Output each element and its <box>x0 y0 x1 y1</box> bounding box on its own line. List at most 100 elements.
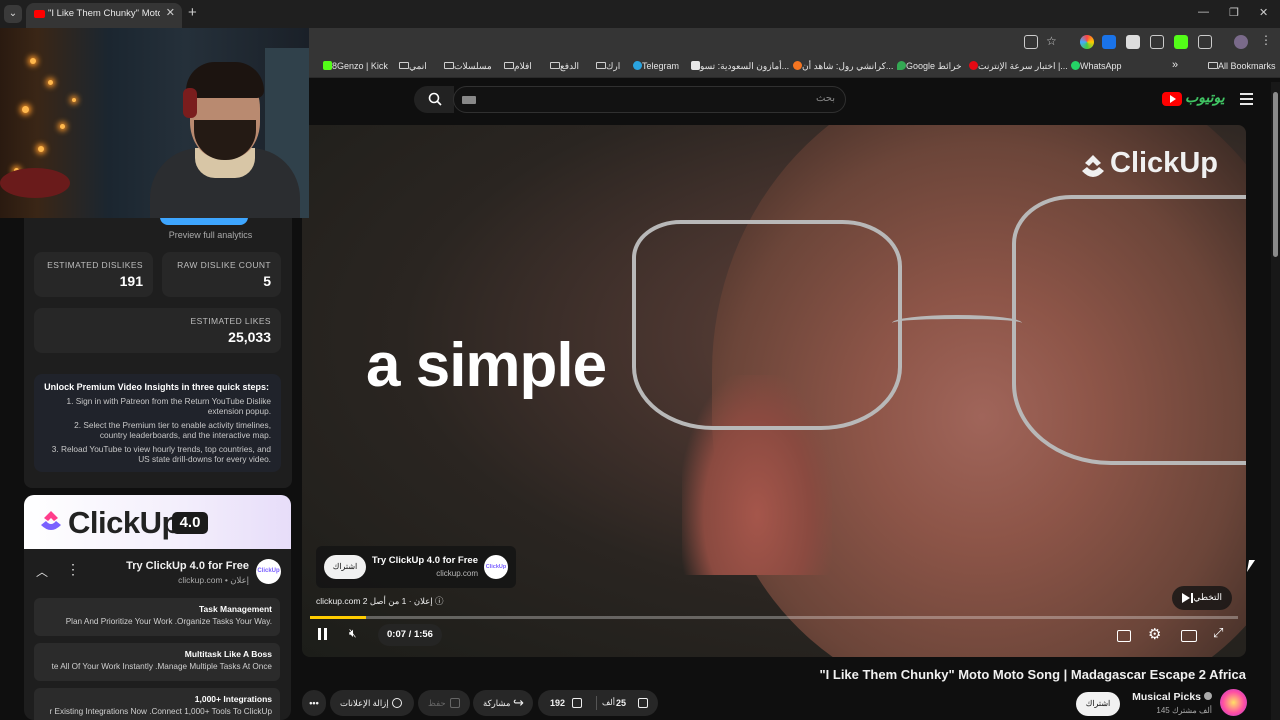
block-icon <box>392 698 402 708</box>
youtube-logo-text[interactable]: يوتيوب <box>1185 89 1225 106</box>
bookmark-label: انمي <box>409 61 427 71</box>
extension-color-icon[interactable] <box>1080 35 1094 49</box>
time-display: 0:07 / 1:56 <box>378 624 442 646</box>
bookmark-anime[interactable]: انمي <box>395 61 427 72</box>
bookmark-kick[interactable]: 8Genzo | Kick <box>320 61 388 71</box>
profile-avatar[interactable] <box>1234 35 1248 49</box>
bookmark-series[interactable]: مسلسلات <box>440 61 492 72</box>
search-input[interactable]: بحث <box>453 86 846 113</box>
search-button[interactable] <box>414 86 454 113</box>
feature-title: Multitask Like A Boss <box>184 649 272 659</box>
bookmark-label: WhatsApp <box>1080 61 1122 71</box>
extension-audio-icon[interactable] <box>1102 35 1116 49</box>
skip-label: التخطي <box>1193 592 1222 602</box>
share-label: مشاركة <box>483 698 511 708</box>
like-thumb-icon[interactable] <box>638 698 648 708</box>
raw-dislike-value: 5 <box>263 273 271 289</box>
page-scrollbar[interactable] <box>1271 82 1280 720</box>
install-app-icon[interactable] <box>1024 35 1038 49</box>
search-placeholder: بحث <box>815 93 835 104</box>
premium-step-1: 1. Sign in with Patreon from the Return … <box>66 396 271 416</box>
subscriber-count: 145 ألف مشترك <box>1156 706 1212 715</box>
mute-icon[interactable]: 🔇︎ <box>349 626 357 641</box>
folder-icon <box>1208 62 1218 69</box>
extension-grid-icon[interactable] <box>1150 35 1164 49</box>
bookmark-whatsapp[interactable]: WhatsApp <box>1068 61 1122 71</box>
player-ad-domain: clickup.com <box>436 569 478 578</box>
bookmark-label: أمازون السعودية: تسو... <box>700 61 790 71</box>
ad-title[interactable]: Try ClickUp 4.0 for Free <box>126 560 249 572</box>
minimize-icon[interactable]: — <box>1198 6 1209 18</box>
bookmark-amazon[interactable]: أمازون السعودية: تسو... <box>688 61 789 72</box>
bookmark-ark[interactable]: ارك <box>592 61 620 72</box>
ad-feature-item[interactable]: Multitask Like A Boss te All Of Your Wor… <box>34 643 280 681</box>
whatsapp-icon <box>1071 61 1080 70</box>
settings-gear-icon[interactable]: ⚙ <box>1148 625 1161 643</box>
keyboard-icon[interactable] <box>462 96 476 104</box>
more-actions-button[interactable]: ••• <box>302 690 326 716</box>
bookmark-google-maps[interactable]: Google خرائط <box>894 61 962 72</box>
video-title: "I Like Them Chunky" Moto Moto Song | Ma… <box>819 667 1246 682</box>
raw-dislike-label: RAW DISLIKE COUNT <box>177 260 271 270</box>
channel-avatar[interactable] <box>1220 689 1247 716</box>
raw-dislike-card: RAW DISLIKE COUNT 5 <box>162 252 281 297</box>
fairy-light <box>72 98 76 102</box>
clickup-watermark: ClickUp <box>1110 147 1218 179</box>
bookmarks-overflow-icon[interactable]: » <box>1172 59 1178 71</box>
ad-banner-image[interactable]: ClickUp 4.0 <box>24 495 291 549</box>
share-button[interactable]: مشاركة ↪ <box>473 690 533 716</box>
browser-tab[interactable]: "I Like Them Chunky" Moto Mo ✕ <box>26 3 182 28</box>
like-count[interactable]: 25 <box>616 690 626 716</box>
clickup-ad-card: ClickUp 4.0 ︿ ⋮ Try ClickUp 4.0 for Free… <box>24 495 291 720</box>
close-window-icon[interactable]: ✕ <box>1259 6 1268 19</box>
fullscreen-icon[interactable]: ⤢ <box>1213 625 1223 641</box>
bookmark-telegram[interactable]: Telegram <box>630 61 679 71</box>
bookmark-label: كرانشي رول: شاهد أن... <box>802 61 894 71</box>
browser-menu-icon[interactable]: ⋮ <box>1260 33 1274 47</box>
bookmark-label: ارك <box>606 61 621 71</box>
captions-icon[interactable] <box>1117 630 1131 642</box>
channel-name[interactable]: Musical Picks <box>1132 691 1212 703</box>
subscribe-button[interactable]: اشتراك <box>1076 692 1120 716</box>
bookmark-speedtest[interactable]: اختبار سرعة الإنترنت |... <box>966 61 1068 72</box>
theater-mode-icon[interactable] <box>1181 630 1197 642</box>
like-count-unit: ألف <box>602 698 615 707</box>
all-bookmarks[interactable]: All Bookmarks <box>1204 61 1276 71</box>
bookmark-crunchyroll[interactable]: كرانشي رول: شاهد أن... <box>790 61 893 72</box>
ad-logo[interactable]: ClickUp <box>256 559 281 584</box>
remove-ads-button[interactable]: إزالة الإعلانات <box>330 690 414 716</box>
bookmark-movies[interactable]: افلام <box>500 61 532 72</box>
ad-subscribe-button[interactable]: اشتراك <box>324 555 366 579</box>
extension-kick-icon[interactable] <box>1174 35 1188 49</box>
dislike-count[interactable]: 192 <box>550 690 565 716</box>
skip-ad-button[interactable]: التخطي <box>1172 586 1232 610</box>
clickup-logo-icon <box>41 511 61 530</box>
bookmark-payment[interactable]: الدفع <box>546 61 579 72</box>
tab-search-chevron-icon[interactable]: ⌄ <box>4 5 22 23</box>
video-player[interactable]: a simple ClickUp اشتراك Try ClickUp 4.0 … <box>302 125 1246 657</box>
save-button[interactable]: حفظ <box>418 690 470 716</box>
ad-feature-item[interactable]: 1,000+ Integrations r Existing Integrati… <box>34 688 280 720</box>
scrollbar-thumb[interactable] <box>1273 92 1278 257</box>
ad-menu-icon[interactable]: ⋮ <box>66 561 80 578</box>
hamburger-menu-icon[interactable] <box>1240 93 1253 108</box>
glasses-right-lens <box>1012 195 1246 465</box>
ad-feature-item[interactable]: Task Management Plan And Prioritize Your… <box>34 598 280 636</box>
extensions-puzzle-icon[interactable] <box>1198 35 1212 49</box>
browser-tab-bar: ⌄ "I Like Them Chunky" Moto Mo ✕ + — ❐ ✕ <box>0 0 1280 28</box>
pause-icon[interactable] <box>318 628 330 643</box>
collapse-chevron-icon[interactable]: ︿ <box>36 563 48 580</box>
estimated-likes-card: ESTIMATED LIKES 25,033 <box>34 308 281 353</box>
restore-icon[interactable]: ❐ <box>1229 6 1239 19</box>
new-tab-icon[interactable]: + <box>188 4 197 21</box>
preview-analytics-link[interactable]: Preview full analytics <box>160 230 261 240</box>
streamer-hair <box>186 62 264 98</box>
player-ad-title: Try ClickUp 4.0 for Free <box>371 555 478 566</box>
close-tab-icon[interactable]: ✕ <box>166 6 175 19</box>
extension-link-icon[interactable] <box>1126 35 1140 49</box>
dislike-thumb-icon[interactable] <box>572 698 582 708</box>
bookmark-star-icon[interactable]: ☆ <box>1046 34 1060 48</box>
player-ad-card[interactable]: اشتراك Try ClickUp 4.0 for Free clickup.… <box>316 546 516 588</box>
progress-bar[interactable] <box>310 616 1238 619</box>
premium-step-2: 2. Select the Premium tier to enable act… <box>74 420 271 440</box>
